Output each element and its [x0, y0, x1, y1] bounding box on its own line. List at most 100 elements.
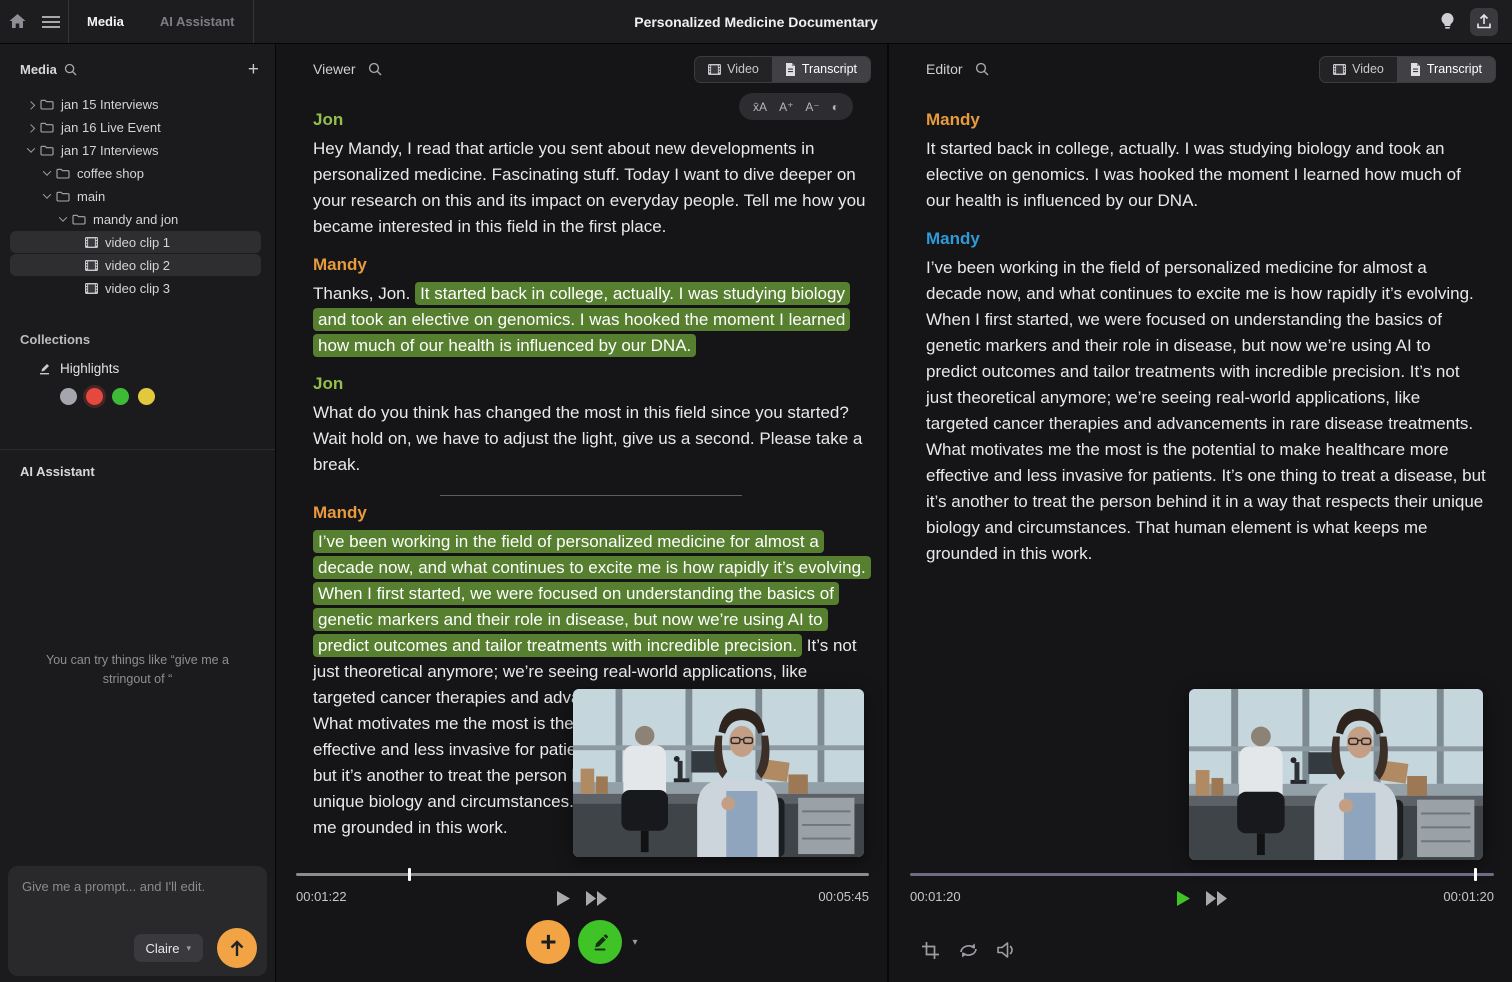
- editor-video-preview[interactable]: [1189, 689, 1483, 860]
- ai-assistant-title: AI Assistant: [0, 450, 275, 479]
- media-item-label: video clip 2: [105, 258, 170, 273]
- submit-prompt-button[interactable]: [217, 928, 257, 968]
- viewer-video-preview[interactable]: [573, 689, 864, 857]
- editor-title: Editor: [926, 61, 963, 77]
- fast-forward-icon: [586, 891, 607, 906]
- transcript-paragraph[interactable]: Hey Mandy, I read that article you sent …: [313, 136, 869, 240]
- chevron-icon[interactable]: [25, 144, 37, 156]
- collection-highlights[interactable]: Highlights: [0, 361, 275, 384]
- chevron-icon[interactable]: [41, 190, 53, 202]
- editor-timeline-scrubber[interactable]: [910, 873, 1494, 876]
- font-decrease-icon[interactable]: A⁻: [801, 100, 823, 114]
- viewer-view-toggle: Video Transcript: [694, 56, 871, 83]
- highlight-color-dot[interactable]: [138, 388, 155, 405]
- transcript-paragraph[interactable]: What do you think has changed the most i…: [313, 400, 869, 478]
- chevron-icon[interactable]: [57, 213, 69, 225]
- media-tree-item[interactable]: jan 16 Live Event: [10, 116, 261, 138]
- transcript-block: Mandy I’ve been working in the field of …: [926, 229, 1486, 567]
- editor-search-button[interactable]: [975, 62, 989, 76]
- speaker-label: Mandy: [313, 503, 869, 523]
- media-tree-item[interactable]: jan 15 Interviews: [10, 93, 261, 115]
- highlighted-segment[interactable]: I’ve been working in the field of person…: [313, 530, 871, 657]
- transcript-segment[interactable]: Hey Mandy, I read that article you sent …: [313, 139, 865, 236]
- chevron-down-icon: ▾: [186, 943, 191, 954]
- highlight-color-dots: [0, 384, 275, 405]
- menu-button[interactable]: [34, 0, 68, 43]
- home-icon: [9, 14, 26, 29]
- ai-assistant-hint: You can try things like “give me a strin…: [33, 651, 243, 687]
- chevron-icon[interactable]: [41, 167, 53, 179]
- ai-assistant-section: AI Assistant You can try things like “gi…: [0, 449, 275, 982]
- prompt-input[interactable]: [8, 866, 267, 922]
- collections-section: Collections Highlights: [0, 310, 275, 405]
- editor-panel: Editor Video Transcript Mandy It started…: [891, 44, 1512, 982]
- playhead[interactable]: [408, 868, 411, 881]
- viewer-fast-forward-button[interactable]: [586, 891, 607, 906]
- transcript-segment[interactable]: Thanks, Jon.: [313, 284, 415, 303]
- transcript-paragraph[interactable]: Thanks, Jon. It started back in college,…: [313, 281, 869, 359]
- media-tree-item[interactable]: video clip 1: [10, 231, 261, 253]
- folder-icon: [40, 99, 54, 110]
- media-tree-item[interactable]: main: [10, 185, 261, 207]
- highlight-button[interactable]: [578, 920, 622, 964]
- fast-forward-icon: [1206, 891, 1227, 906]
- highlight-color-dot[interactable]: [60, 388, 77, 405]
- media-tree-item[interactable]: jan 17 Interviews: [10, 139, 261, 161]
- viewer-timeline-scrubber[interactable]: [296, 873, 869, 876]
- folder-icon: [56, 168, 70, 179]
- video-frame: [573, 689, 864, 857]
- contrast-icon[interactable]: ◐: [828, 100, 843, 114]
- voice-select[interactable]: Claire ▾: [134, 934, 204, 962]
- tab-media[interactable]: Media: [69, 0, 142, 43]
- media-item-label: jan 15 Interviews: [61, 97, 159, 112]
- viewer-transcript-tab[interactable]: Transcript: [772, 57, 870, 82]
- add-to-composition-button[interactable]: +: [526, 920, 570, 964]
- add-media-button[interactable]: +: [248, 60, 259, 79]
- viewer-play-button[interactable]: [557, 891, 570, 906]
- transcript-segment[interactable]: What do you think has changed the most i…: [313, 403, 862, 474]
- highlight-color-dot[interactable]: [112, 388, 129, 405]
- media-search-button[interactable]: [64, 63, 77, 76]
- crop-button[interactable]: [921, 941, 940, 960]
- media-tree-item[interactable]: mandy and jon: [10, 208, 261, 230]
- editor-video-tab[interactable]: Video: [1320, 57, 1397, 82]
- highlighter-icon: [38, 362, 51, 375]
- highlight-color-dot[interactable]: [86, 388, 103, 405]
- tips-button[interactable]: [1434, 13, 1460, 31]
- media-tree-item[interactable]: video clip 2: [10, 254, 261, 276]
- media-item-label: mandy and jon: [93, 212, 178, 227]
- video-frame: [1189, 689, 1483, 860]
- speaker-label: Mandy: [926, 110, 1486, 130]
- media-item-label: jan 17 Interviews: [61, 143, 159, 158]
- chevron-icon[interactable]: [25, 121, 37, 133]
- swap-loop-icon: [958, 941, 979, 960]
- home-button[interactable]: [0, 0, 34, 43]
- film-icon: [1333, 64, 1346, 75]
- editor-fast-forward-button[interactable]: [1206, 891, 1227, 906]
- editor-transcript-tab[interactable]: Transcript: [1397, 57, 1495, 82]
- viewer-video-tab[interactable]: Video: [695, 57, 772, 82]
- speaker-label: Mandy: [926, 229, 1486, 249]
- translate-icon[interactable]: x̄A: [749, 100, 771, 114]
- replace-clip-button[interactable]: [958, 941, 979, 960]
- media-tree-item[interactable]: video clip 3: [10, 277, 261, 299]
- folder-icon: [40, 145, 54, 156]
- highlight-options-dropdown[interactable]: ▾: [632, 937, 637, 948]
- transcript-paragraph[interactable]: It started back in college, actually. I …: [926, 136, 1486, 214]
- playhead[interactable]: [1474, 868, 1477, 881]
- viewer-search-button[interactable]: [368, 62, 382, 76]
- publish-button[interactable]: [1470, 8, 1498, 36]
- transcript-segment[interactable]: It started back in college, actually. I …: [926, 139, 1461, 210]
- font-increase-icon[interactable]: A⁺: [775, 100, 797, 114]
- crop-icon: [921, 941, 940, 960]
- tab-ai-assistant[interactable]: AI Assistant: [142, 0, 253, 43]
- media-item-label: jan 16 Live Event: [61, 120, 161, 135]
- text-format-toolbar: x̄A A⁺ A⁻ ◐: [739, 93, 853, 120]
- editor-play-button[interactable]: [1177, 891, 1190, 906]
- transcript-paragraph[interactable]: I’ve been working in the field of person…: [926, 255, 1486, 567]
- volume-button[interactable]: [997, 941, 1017, 960]
- chevron-icon[interactable]: [25, 98, 37, 110]
- transcript-segment[interactable]: I’ve been working in the field of person…: [926, 258, 1486, 563]
- media-panel-header: Media +: [0, 44, 275, 89]
- media-tree-item[interactable]: coffee shop: [10, 162, 261, 184]
